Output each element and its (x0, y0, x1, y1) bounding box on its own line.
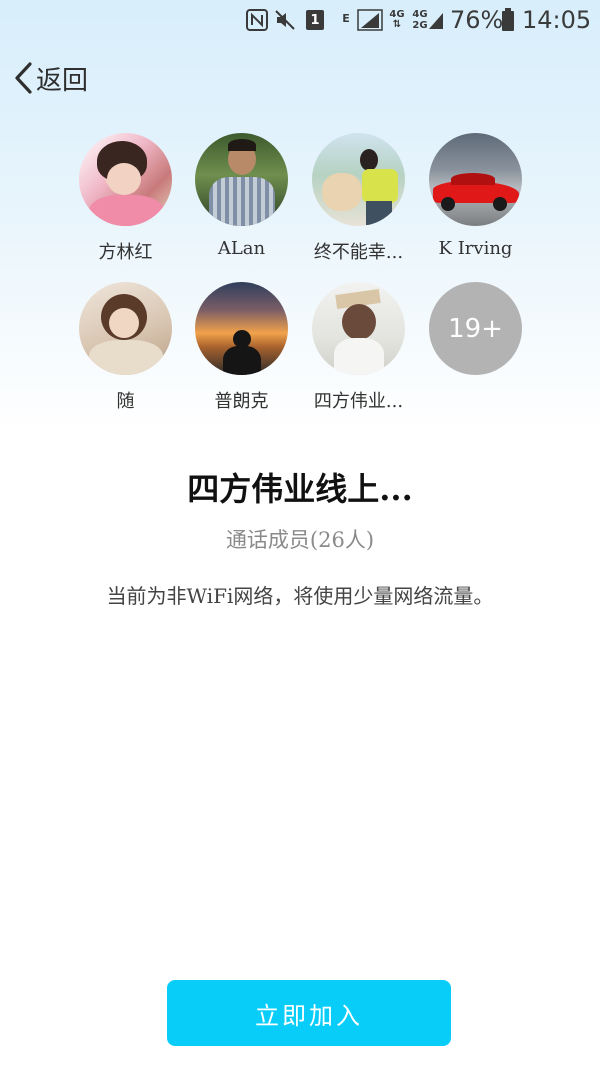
member-item[interactable]: ALan (183, 133, 300, 259)
member-name: 方林红 (98, 242, 153, 263)
member-item[interactable]: 随 (67, 282, 184, 413)
member-item[interactable]: 方林红 (67, 133, 184, 264)
members-count: 通话成员(26人) (225, 528, 375, 552)
network-2g-label: 2G (412, 20, 428, 31)
battery-icon (501, 8, 515, 32)
avatar (79, 282, 172, 375)
chevron-left-icon (15, 62, 32, 94)
member-name: 终不能幸... (313, 242, 404, 263)
member-name: 普朗克 (214, 391, 269, 412)
sim-icon: 1 (305, 8, 325, 32)
join-button[interactable]: 立即加入 (167, 980, 451, 1046)
network-4g-label-2: 4G (412, 9, 428, 20)
member-name: ALan (217, 238, 266, 259)
back-button[interactable]: 返回 (12, 58, 88, 98)
mute-icon (274, 8, 296, 32)
member-name: 四方伟业... (313, 391, 404, 412)
avatar (429, 133, 522, 226)
member-item[interactable]: 终不能幸... (300, 133, 417, 264)
sim-slot-number: 1 (306, 10, 324, 30)
nfc-icon (246, 8, 268, 32)
battery-percent: 76% (450, 6, 504, 34)
status-bar: 1 E 4G ⇅ 4G 2G 76% 14:05 (0, 0, 600, 40)
member-item[interactable]: K Irving (417, 133, 534, 259)
member-item[interactable]: 普朗克 (183, 282, 300, 413)
avatar (195, 282, 288, 375)
more-members-count: 19+ (429, 282, 522, 375)
network-icon: 4G 2G (410, 8, 446, 32)
clock: 14:05 (522, 6, 592, 34)
network-4g-icon: 4G ⇅ (388, 8, 406, 32)
member-item[interactable]: 四方伟业... (300, 282, 417, 413)
signal-label-e: E (342, 11, 350, 25)
back-label: 返回 (36, 65, 89, 96)
member-name: 随 (116, 391, 135, 412)
avatar (79, 133, 172, 226)
more-members-button[interactable]: 19+ (417, 282, 534, 375)
network-notice: 当前为非WiFi网络，将使用少量网络流量。 (106, 584, 494, 608)
group-title: 四方伟业线上... (187, 470, 413, 508)
network-arrows-icon: ⇅ (392, 19, 402, 30)
avatar (195, 133, 288, 226)
avatar (312, 133, 405, 226)
signal-icon (357, 8, 383, 32)
avatar (312, 282, 405, 375)
member-name: K Irving (438, 238, 513, 259)
